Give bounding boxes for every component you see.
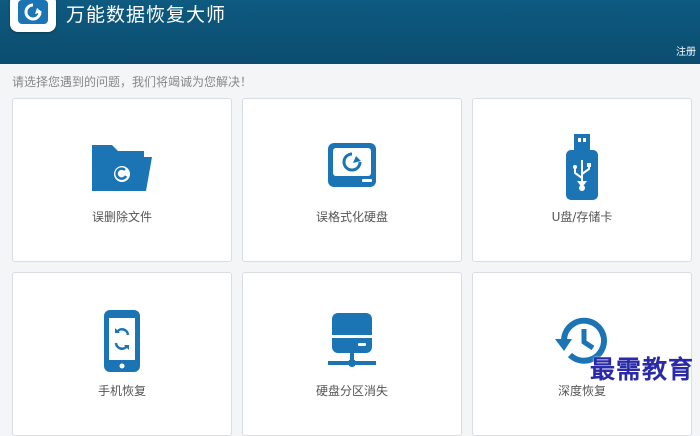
folder-recover-icon [92,145,152,191]
app-logo [10,0,56,32]
option-phone-recovery[interactable]: 手机恢复 [12,272,232,436]
watermark-text: 最需教育 [589,355,694,384]
title-bar: 万能数据恢复大师 注册 [0,0,700,64]
hard-drive-recover-icon [328,143,376,187]
option-lost-partition[interactable]: 硬盘分区消失 [242,272,462,436]
option-usb-card[interactable]: U盘/存储卡 [472,98,692,262]
instruction-text: 请选择您遇到的问题，我们将竭诚为您解决！ [12,75,253,89]
refresh-drive-icon [18,0,48,24]
register-link[interactable]: 注册 [676,46,696,60]
usb-drive-icon [566,134,598,200]
option-label: 手机恢复 [97,384,146,398]
app-title: 万能数据恢复大师 [66,4,227,26]
option-label: 硬盘分区消失 [315,384,388,398]
option-formatted-drive[interactable]: 误格式化硬盘 [242,98,462,262]
option-label: 误删除文件 [91,210,152,224]
option-label: U盘/存储卡 [551,210,613,224]
option-deleted-files[interactable]: 误删除文件 [12,98,232,262]
phone-recover-icon [104,310,140,372]
drive-partition-icon [328,313,376,367]
option-label: 误格式化硬盘 [315,210,388,224]
